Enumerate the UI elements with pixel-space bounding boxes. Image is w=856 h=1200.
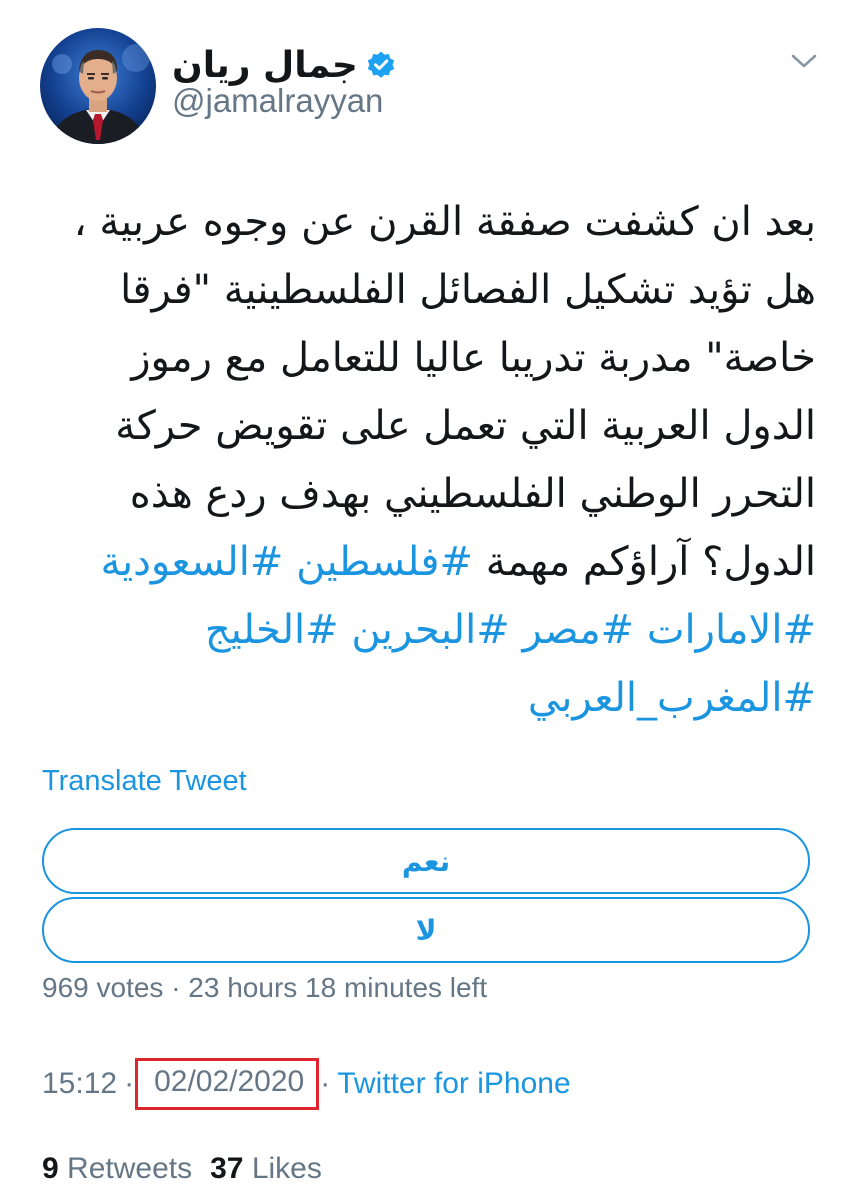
avatar-image xyxy=(40,28,156,144)
hashtag-link[interactable]: #الامارات xyxy=(647,607,816,653)
retweets-stat[interactable]: 9 Retweets xyxy=(42,1152,192,1185)
tweet-line: الدول؟ آراؤكم مهمة #فلسطين #السعودية xyxy=(40,528,817,596)
tweet-line: خاصة" مدربة تدريبا عاليا للتعامل مع رموز xyxy=(131,335,816,381)
hashtag-link[interactable]: #المغرب_العربي xyxy=(528,675,816,721)
tweet-line: الدول العربية التي تعمل على تقويض حركة xyxy=(115,403,816,449)
translate-tweet-link[interactable]: Translate Tweet xyxy=(42,765,247,798)
author-handle[interactable]: @jamalrayyan xyxy=(172,82,383,120)
tweet-line-text: الدول؟ آراؤكم مهمة xyxy=(485,539,816,585)
chevron-down-icon[interactable] xyxy=(786,46,822,76)
tweet-line: التحرر الوطني الفلسطيني بهدف ردع هذه xyxy=(129,471,816,517)
tweet-screen: جمال ريان @jamalrayyan بعد ان كشفت صفقة … xyxy=(0,0,856,1200)
hashtag-link[interactable]: #فلسطين xyxy=(296,539,473,585)
likes-count: 37 xyxy=(210,1152,244,1185)
poll-status: 969 votes · 23 hours 18 minutes left xyxy=(42,972,488,1003)
tweet-line: بعد ان كشفت صفقة القرن عن وجوه عربية ، xyxy=(73,199,816,245)
tweet-date: 02/02/2020 xyxy=(154,1065,305,1098)
likes-label: Likes xyxy=(251,1152,322,1185)
tweet-line: #الامارات #مصر #البحرين #الخليج xyxy=(40,596,816,664)
tweet-line: #المغرب_العربي xyxy=(40,664,816,732)
tweet-stats: 9 Retweets 37 Likes xyxy=(42,1152,322,1186)
retweets-label: Retweets xyxy=(67,1152,193,1185)
author-name[interactable]: جمال ريان xyxy=(172,45,358,86)
retweets-count: 9 xyxy=(42,1152,59,1185)
verified-badge-icon xyxy=(367,51,395,78)
tweet-text: بعد ان كشفت صفقة القرن عن وجوه عربية ، ه… xyxy=(40,188,816,732)
tweet-meta-row: 15:12 · 02/02/2020 · Twitter for iPhone xyxy=(42,1058,571,1110)
likes-stat[interactable]: 37 Likes xyxy=(210,1152,322,1185)
tweet-date-highlight: 02/02/2020 xyxy=(135,1058,320,1110)
separator-dot: · xyxy=(124,1067,135,1100)
avatar[interactable] xyxy=(40,28,156,144)
hashtag-link[interactable]: #السعودية xyxy=(101,539,284,585)
separator-dot: · xyxy=(320,1067,331,1100)
tweet-time: 15:12 xyxy=(42,1067,118,1100)
tweet-source-link[interactable]: Twitter for iPhone xyxy=(337,1067,570,1101)
poll-option-no[interactable]: لا xyxy=(42,897,810,963)
tweet-line: هل تؤيد تشكيل الفصائل الفلسطينية "فرقا xyxy=(120,267,816,313)
hashtag-link[interactable]: #الخليج xyxy=(205,607,339,653)
hashtag-link[interactable]: #البحرين xyxy=(351,607,509,653)
hashtag-link[interactable]: #مصر xyxy=(522,607,634,653)
poll-option-yes[interactable]: نعم xyxy=(42,828,810,894)
